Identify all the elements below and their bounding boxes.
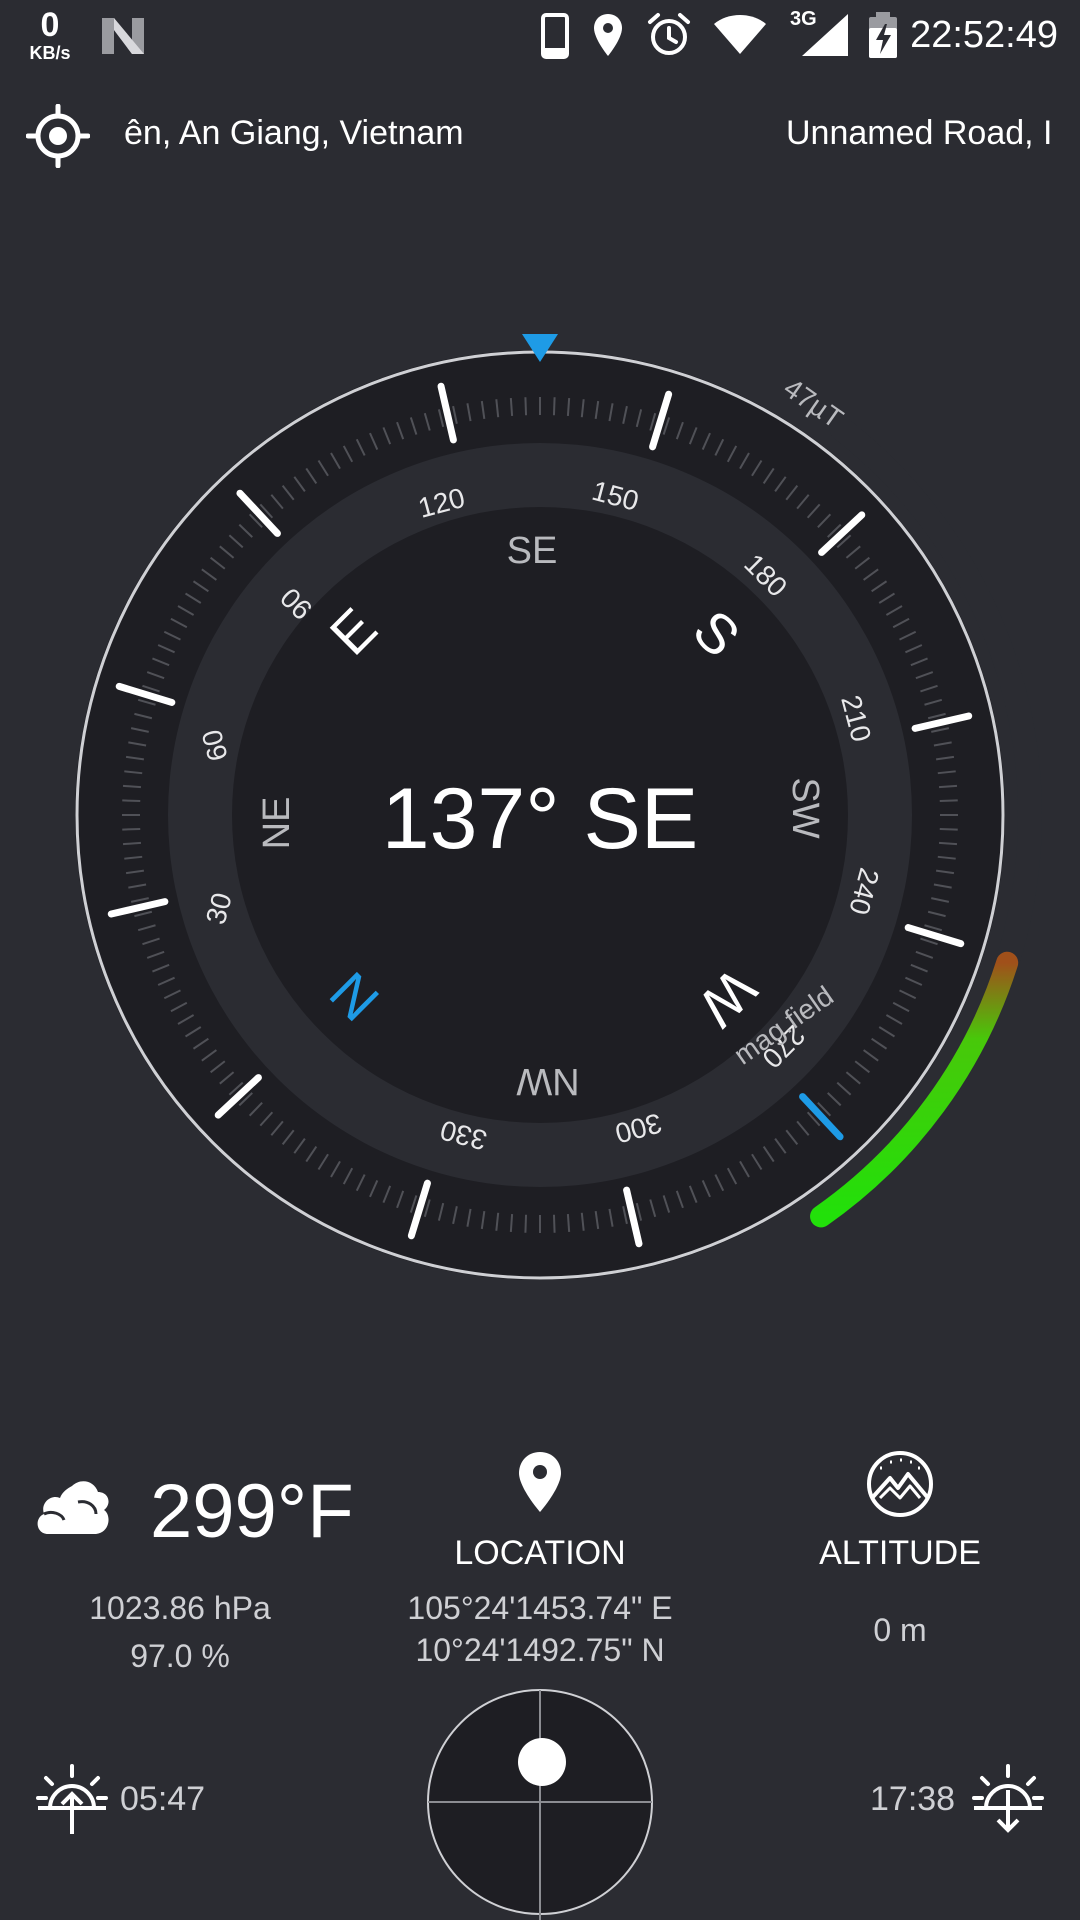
- fine-tick: [552, 1214, 556, 1233]
- fine-tick: [122, 799, 141, 803]
- sunrise-time: 05:47: [120, 1780, 206, 1818]
- fine-tick: [509, 397, 514, 417]
- pressure-value: 1023.86 hPa: [89, 1590, 271, 1626]
- longitude-value: 105°24'1453.74" E: [407, 1590, 673, 1626]
- intercardinal-se-label: SE: [507, 530, 558, 572]
- sunset-icon: [972, 1764, 1044, 1833]
- fine-tick: [552, 397, 556, 416]
- intercardinal-nw-label: NW: [516, 1060, 579, 1102]
- intercardinal-ne-label: NE: [256, 797, 298, 850]
- network-speed-value: 0: [40, 6, 60, 44]
- address-bar: ên, An Giang, Vietnam Unnamed Road, I: [0, 98, 1080, 170]
- address-text-left: ên, An Giang, Vietnam: [124, 114, 464, 152]
- fine-tick: [938, 841, 958, 846]
- alarm-icon: [648, 13, 690, 55]
- humidity-value: 97.0 %: [130, 1638, 230, 1674]
- network-speed-unit: KB/s: [29, 43, 71, 63]
- mountain-icon: [867, 1451, 933, 1517]
- level-bubble: [518, 1738, 566, 1786]
- fine-tick: [122, 784, 142, 789]
- bubble-level: [427, 1689, 653, 1920]
- intercardinal-sw-label: SW: [784, 777, 826, 838]
- fine-tick: [938, 784, 958, 789]
- fine-tick: [524, 397, 528, 416]
- fine-tick: [122, 841, 142, 846]
- fine-tick: [939, 799, 958, 803]
- sunset-time: 17:38: [870, 1780, 956, 1818]
- location-title: LOCATION: [454, 1534, 626, 1572]
- battery-charging-icon: [869, 12, 897, 58]
- signal-icon: [802, 14, 848, 56]
- cloud-icon: [37, 1481, 109, 1534]
- temperature-value: 299°F: [150, 1469, 354, 1554]
- status-time: 22:52:49: [910, 14, 1058, 56]
- fine-tick: [566, 397, 571, 417]
- location-pin-icon: [519, 1452, 561, 1512]
- my-location-icon[interactable]: [26, 104, 90, 168]
- fine-tick: [509, 1213, 514, 1233]
- altitude-title: ALTITUDE: [819, 1534, 981, 1572]
- phone-icon: [541, 13, 569, 59]
- location-pin-icon: [594, 14, 622, 56]
- address-text-right: Unnamed Road, I: [786, 114, 1053, 152]
- fine-tick: [122, 827, 141, 831]
- fine-tick: [939, 827, 958, 831]
- sunrise-icon: [36, 1764, 108, 1834]
- compass-dial[interactable]: 30 60 90 120 150 180 210 240 270 300 330…: [0, 300, 1080, 1320]
- heading-readout: 137° SE: [382, 771, 699, 867]
- wifi-icon: [714, 15, 766, 54]
- network-speed: 0 KB/s: [22, 8, 78, 62]
- status-bar: 0 KB/s 3G 22:52:49: [0, 0, 1080, 72]
- latitude-value: 10°24'1492.75" N: [415, 1632, 665, 1668]
- altitude-value: 0 m: [873, 1612, 927, 1648]
- fine-tick: [566, 1213, 571, 1233]
- fine-tick: [524, 1214, 528, 1233]
- n-logo-icon: [102, 18, 144, 54]
